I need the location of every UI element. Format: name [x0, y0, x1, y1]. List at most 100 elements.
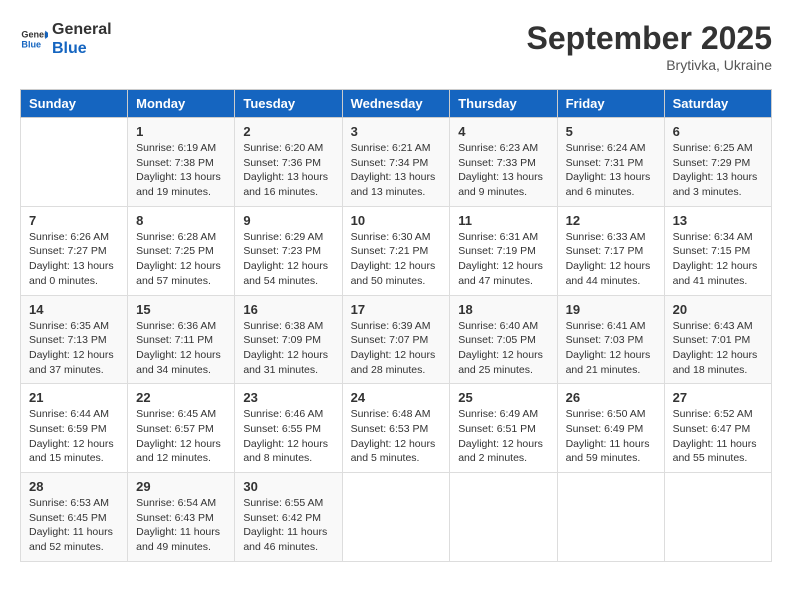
day-cell	[342, 473, 450, 562]
day-info: Sunrise: 6:52 AM Sunset: 6:47 PM Dayligh…	[673, 407, 763, 466]
day-cell: 3 Sunrise: 6:21 AM Sunset: 7:34 PM Daylig…	[342, 118, 450, 207]
day-info: Sunrise: 6:36 AM Sunset: 7:11 PM Dayligh…	[136, 319, 226, 378]
day-cell: 25 Sunrise: 6:49 AM Sunset: 6:51 PM Dayli…	[450, 384, 557, 473]
week-row-1: 7Sunrise: 6:26 AM Sunset: 7:27 PM Daylig…	[21, 206, 772, 295]
day-number: 24	[351, 390, 442, 405]
col-header-tuesday: Tuesday	[235, 90, 342, 118]
col-header-thursday: Thursday	[450, 90, 557, 118]
logo: General Blue General Blue	[20, 20, 112, 58]
day-info: Sunrise: 6:28 AM Sunset: 7:25 PM Dayligh…	[136, 230, 226, 289]
svg-text:General: General	[21, 30, 48, 40]
day-number: 27	[673, 390, 763, 405]
day-info: Sunrise: 6:34 AM Sunset: 7:15 PM Dayligh…	[673, 230, 763, 289]
day-info: Sunrise: 6:49 AM Sunset: 6:51 PM Dayligh…	[458, 407, 548, 466]
day-number: 19	[566, 302, 656, 317]
day-info: Sunrise: 6:20 AM Sunset: 7:36 PM Dayligh…	[243, 141, 333, 200]
day-number: 14	[29, 302, 119, 317]
col-header-monday: Monday	[128, 90, 235, 118]
day-info: Sunrise: 6:40 AM Sunset: 7:05 PM Dayligh…	[458, 319, 548, 378]
day-cell	[21, 118, 128, 207]
calendar-table: SundayMondayTuesdayWednesdayThursdayFrid…	[20, 89, 772, 562]
day-number: 9	[243, 213, 333, 228]
day-info: Sunrise: 6:48 AM Sunset: 6:53 PM Dayligh…	[351, 407, 442, 466]
day-info: Sunrise: 6:26 AM Sunset: 7:27 PM Dayligh…	[29, 230, 119, 289]
week-row-0: 1 Sunrise: 6:19 AM Sunset: 7:38 PM Daylig…	[21, 118, 772, 207]
day-number: 13	[673, 213, 763, 228]
day-number: 11	[458, 213, 548, 228]
col-header-sunday: Sunday	[21, 90, 128, 118]
day-info: Sunrise: 6:53 AM Sunset: 6:45 PM Dayligh…	[29, 496, 119, 555]
month-title: September 2025	[527, 20, 772, 57]
day-cell: 10 Sunrise: 6:30 AM Sunset: 7:21 PM Dayli…	[342, 206, 450, 295]
day-cell	[664, 473, 771, 562]
day-number: 30	[243, 479, 333, 494]
day-number: 28	[29, 479, 119, 494]
day-info: Sunrise: 6:24 AM Sunset: 7:31 PM Dayligh…	[566, 141, 656, 200]
day-number: 16	[243, 302, 333, 317]
day-cell: 29 Sunrise: 6:54 AM Sunset: 6:43 PM Dayli…	[128, 473, 235, 562]
day-number: 21	[29, 390, 119, 405]
day-cell: 17Sunrise: 6:39 AM Sunset: 7:07 PM Dayli…	[342, 295, 450, 384]
day-number: 4	[458, 124, 548, 139]
page-header: General Blue General Blue September 2025…	[20, 20, 772, 73]
day-cell: 18 Sunrise: 6:40 AM Sunset: 7:05 PM Dayli…	[450, 295, 557, 384]
logo-icon: General Blue	[20, 25, 48, 53]
day-number: 29	[136, 479, 226, 494]
day-number: 5	[566, 124, 656, 139]
day-info: Sunrise: 6:46 AM Sunset: 6:55 PM Dayligh…	[243, 407, 333, 466]
day-cell: 26 Sunrise: 6:50 AM Sunset: 6:49 PM Dayli…	[557, 384, 664, 473]
day-number: 1	[136, 124, 226, 139]
day-number: 26	[566, 390, 656, 405]
day-info: Sunrise: 6:35 AM Sunset: 7:13 PM Dayligh…	[29, 319, 119, 378]
day-cell: 27 Sunrise: 6:52 AM Sunset: 6:47 PM Dayli…	[664, 384, 771, 473]
day-cell: 4Sunrise: 6:23 AM Sunset: 7:33 PM Daylig…	[450, 118, 557, 207]
col-header-saturday: Saturday	[664, 90, 771, 118]
day-info: Sunrise: 6:55 AM Sunset: 6:42 PM Dayligh…	[243, 496, 333, 555]
day-number: 3	[351, 124, 442, 139]
day-info: Sunrise: 6:39 AM Sunset: 7:07 PM Dayligh…	[351, 319, 442, 378]
svg-text:Blue: Blue	[21, 40, 41, 50]
day-number: 23	[243, 390, 333, 405]
day-number: 20	[673, 302, 763, 317]
day-cell: 1 Sunrise: 6:19 AM Sunset: 7:38 PM Daylig…	[128, 118, 235, 207]
day-number: 25	[458, 390, 548, 405]
day-info: Sunrise: 6:25 AM Sunset: 7:29 PM Dayligh…	[673, 141, 763, 200]
day-cell: 19Sunrise: 6:41 AM Sunset: 7:03 PM Dayli…	[557, 295, 664, 384]
day-cell: 15Sunrise: 6:36 AM Sunset: 7:11 PM Dayli…	[128, 295, 235, 384]
day-cell: 11 Sunrise: 6:31 AM Sunset: 7:19 PM Dayli…	[450, 206, 557, 295]
day-cell: 16 Sunrise: 6:38 AM Sunset: 7:09 PM Dayli…	[235, 295, 342, 384]
col-header-wednesday: Wednesday	[342, 90, 450, 118]
day-info: Sunrise: 6:19 AM Sunset: 7:38 PM Dayligh…	[136, 141, 226, 200]
week-row-2: 14 Sunrise: 6:35 AM Sunset: 7:13 PM Dayli…	[21, 295, 772, 384]
day-cell: 6Sunrise: 6:25 AM Sunset: 7:29 PM Daylig…	[664, 118, 771, 207]
week-row-4: 28 Sunrise: 6:53 AM Sunset: 6:45 PM Dayli…	[21, 473, 772, 562]
day-cell: 21Sunrise: 6:44 AM Sunset: 6:59 PM Dayli…	[21, 384, 128, 473]
day-cell: 28 Sunrise: 6:53 AM Sunset: 6:45 PM Dayli…	[21, 473, 128, 562]
day-info: Sunrise: 6:43 AM Sunset: 7:01 PM Dayligh…	[673, 319, 763, 378]
day-number: 10	[351, 213, 442, 228]
day-cell: 13 Sunrise: 6:34 AM Sunset: 7:15 PM Dayli…	[664, 206, 771, 295]
day-info: Sunrise: 6:21 AM Sunset: 7:34 PM Dayligh…	[351, 141, 442, 200]
logo-blue-text: Blue	[52, 39, 112, 58]
day-info: Sunrise: 6:31 AM Sunset: 7:19 PM Dayligh…	[458, 230, 548, 289]
day-number: 18	[458, 302, 548, 317]
day-number: 2	[243, 124, 333, 139]
day-number: 22	[136, 390, 226, 405]
day-info: Sunrise: 6:54 AM Sunset: 6:43 PM Dayligh…	[136, 496, 226, 555]
location-subtitle: Brytivka, Ukraine	[527, 57, 772, 73]
calendar-header-row: SundayMondayTuesdayWednesdayThursdayFrid…	[21, 90, 772, 118]
day-info: Sunrise: 6:33 AM Sunset: 7:17 PM Dayligh…	[566, 230, 656, 289]
title-block: September 2025 Brytivka, Ukraine	[527, 20, 772, 73]
day-info: Sunrise: 6:38 AM Sunset: 7:09 PM Dayligh…	[243, 319, 333, 378]
day-number: 12	[566, 213, 656, 228]
day-cell: 8Sunrise: 6:28 AM Sunset: 7:25 PM Daylig…	[128, 206, 235, 295]
day-info: Sunrise: 6:50 AM Sunset: 6:49 PM Dayligh…	[566, 407, 656, 466]
day-cell: 2 Sunrise: 6:20 AM Sunset: 7:36 PM Daylig…	[235, 118, 342, 207]
day-info: Sunrise: 6:30 AM Sunset: 7:21 PM Dayligh…	[351, 230, 442, 289]
day-cell: 14 Sunrise: 6:35 AM Sunset: 7:13 PM Dayli…	[21, 295, 128, 384]
day-cell: 22Sunrise: 6:45 AM Sunset: 6:57 PM Dayli…	[128, 384, 235, 473]
day-cell: 30 Sunrise: 6:55 AM Sunset: 6:42 PM Dayli…	[235, 473, 342, 562]
day-cell: 5 Sunrise: 6:24 AM Sunset: 7:31 PM Daylig…	[557, 118, 664, 207]
col-header-friday: Friday	[557, 90, 664, 118]
day-info: Sunrise: 6:29 AM Sunset: 7:23 PM Dayligh…	[243, 230, 333, 289]
